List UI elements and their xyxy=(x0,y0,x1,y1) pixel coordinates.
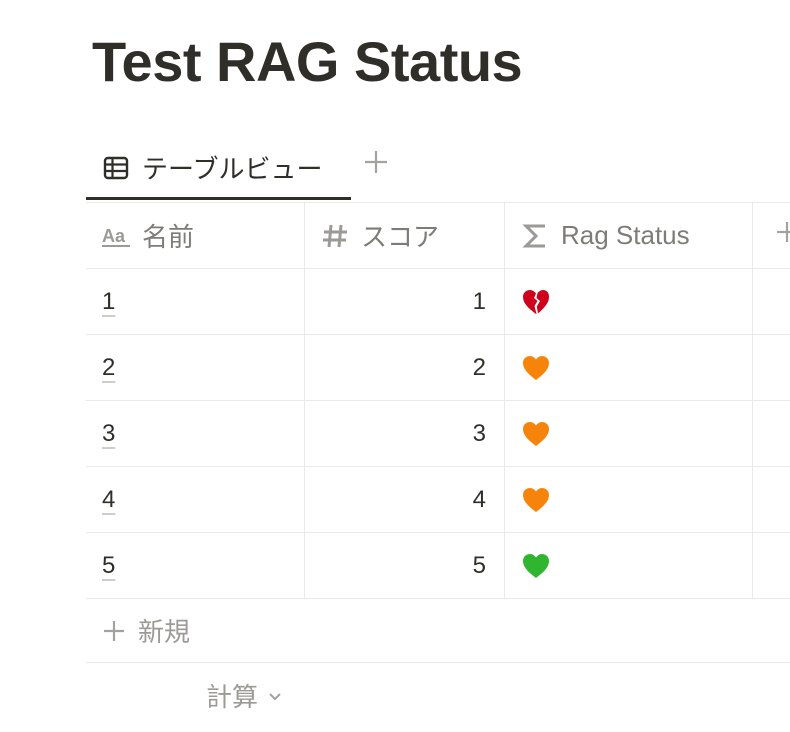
table-row[interactable]: 3 3 xyxy=(86,400,790,466)
rag-status-cell[interactable] xyxy=(505,533,753,598)
score-cell[interactable]: 3 xyxy=(305,401,505,466)
rag-status-cell[interactable] xyxy=(505,467,753,532)
database-table: Aa 名前 スコア Rag Status 1 1 2 2 3 3 4 4 5 5… xyxy=(86,202,790,728)
add-view-button[interactable] xyxy=(360,146,392,178)
calculate-label: 計算 xyxy=(206,682,259,712)
table-row[interactable]: 5 5 xyxy=(86,532,790,598)
column-label: Rag Status xyxy=(561,220,690,250)
table-header: Aa 名前 スコア Rag Status xyxy=(86,202,790,268)
chevron-down-icon xyxy=(266,687,284,705)
broken-heart-icon xyxy=(521,287,551,317)
view-tabs: テーブルビュー xyxy=(86,138,790,202)
column-label: 名前 xyxy=(142,222,195,252)
formula-sigma-icon xyxy=(521,222,551,250)
orange-heart-icon xyxy=(521,419,551,449)
calculate-button[interactable]: 計算 xyxy=(206,677,284,714)
tab-table-view[interactable]: テーブルビュー xyxy=(86,138,351,200)
table-row[interactable]: 1 1 xyxy=(86,268,790,334)
plus-icon xyxy=(100,617,128,645)
name-cell[interactable]: 3 xyxy=(86,401,305,466)
table-icon xyxy=(102,154,130,182)
rag-status-cell[interactable] xyxy=(505,401,753,466)
row-name[interactable]: 3 xyxy=(102,420,115,448)
add-property-button[interactable] xyxy=(753,203,790,268)
row-name[interactable]: 5 xyxy=(102,552,115,580)
page: Test RAG Status テーブルビュー Aa 名前 スコア Rag St… xyxy=(0,0,790,732)
column-label: スコア xyxy=(361,222,440,252)
name-cell[interactable]: 2 xyxy=(86,335,305,400)
svg-text:Aa: Aa xyxy=(102,226,126,246)
column-header-name[interactable]: Aa 名前 xyxy=(86,203,305,268)
plus-icon xyxy=(773,218,790,253)
row-name[interactable]: 4 xyxy=(102,486,115,514)
row-name[interactable]: 2 xyxy=(102,354,115,382)
column-header-rag-status[interactable]: Rag Status xyxy=(505,203,753,268)
score-cell[interactable]: 4 xyxy=(305,467,505,532)
table-row[interactable]: 4 4 xyxy=(86,466,790,532)
row-name[interactable]: 1 xyxy=(102,288,115,316)
plus-icon xyxy=(360,151,392,182)
rag-status-cell[interactable] xyxy=(505,269,753,334)
row-score: 4 xyxy=(472,485,486,513)
rag-status-cell[interactable] xyxy=(505,335,753,400)
row-score: 3 xyxy=(472,419,486,447)
text-property-icon: Aa xyxy=(102,222,132,250)
orange-heart-icon xyxy=(521,353,551,383)
new-row-button[interactable]: 新規 xyxy=(86,598,790,662)
table-row[interactable]: 2 2 xyxy=(86,334,790,400)
number-property-icon xyxy=(321,222,351,250)
score-cell[interactable]: 5 xyxy=(305,533,505,598)
column-header-score[interactable]: スコア xyxy=(305,203,505,268)
row-score: 1 xyxy=(472,287,486,315)
score-cell[interactable]: 2 xyxy=(305,335,505,400)
name-cell[interactable]: 1 xyxy=(86,269,305,334)
row-score: 2 xyxy=(472,353,486,381)
new-row-label: 新規 xyxy=(138,617,191,647)
tab-label: テーブルビュー xyxy=(142,154,323,184)
orange-heart-icon xyxy=(521,485,551,515)
row-score: 5 xyxy=(472,551,486,579)
name-cell[interactable]: 5 xyxy=(86,533,305,598)
name-cell[interactable]: 4 xyxy=(86,467,305,532)
page-title: Test RAG Status xyxy=(92,30,523,93)
green-heart-icon xyxy=(521,551,551,581)
calculation-row: 計算 xyxy=(86,662,790,728)
score-cell[interactable]: 1 xyxy=(305,269,505,334)
